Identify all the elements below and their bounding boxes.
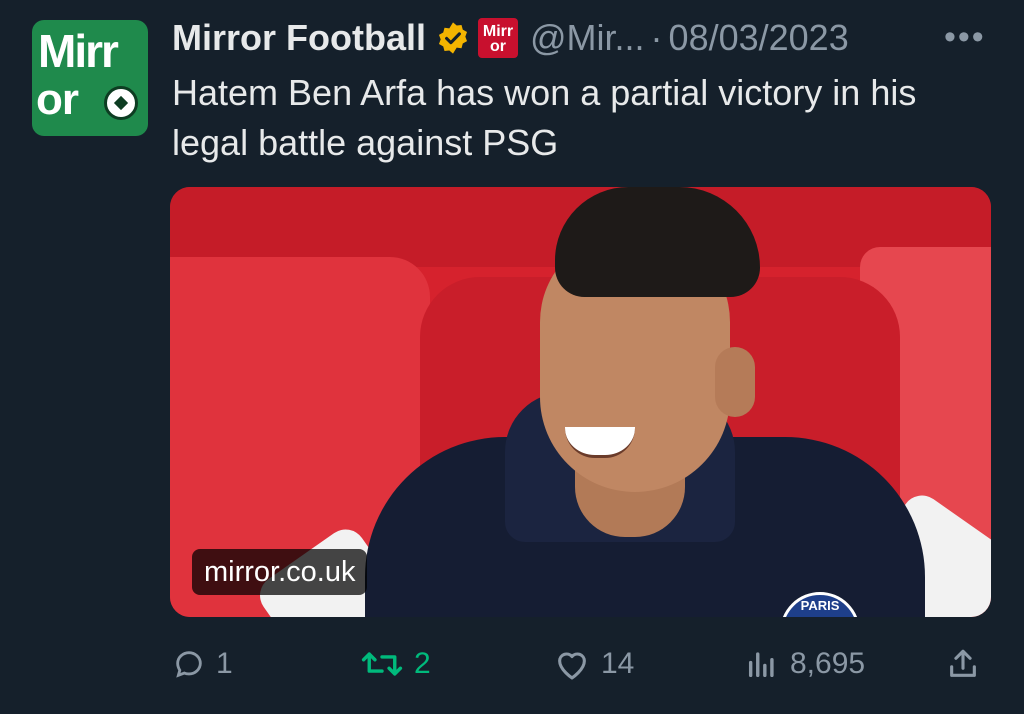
affiliate-logo-text-top: Mirr [482, 23, 514, 40]
retweet-icon [361, 652, 403, 676]
more-options-icon[interactable]: ••• [944, 18, 986, 57]
avatar-logo-text-bottom: or [36, 75, 79, 124]
tweet-media-image[interactable]: PARIS mirror.co.uk [170, 187, 991, 617]
retweet-count: 2 [414, 647, 431, 680]
retweet-button[interactable]: 2 [360, 636, 431, 692]
football-icon [104, 86, 138, 120]
share-icon [950, 649, 976, 677]
share-button[interactable] [946, 636, 990, 692]
link-source-label[interactable]: mirror.co.uk [192, 549, 368, 595]
player-ear [715, 347, 755, 417]
heart-icon [558, 652, 586, 680]
views-button[interactable]: 8,695 [744, 636, 865, 692]
tweet-header: Mirror Football Mirr or @Mir... · 08/03/… [172, 14, 849, 62]
views-count: 8,695 [790, 647, 866, 680]
reply-button[interactable]: 1 [172, 636, 233, 692]
player-hair [555, 187, 760, 297]
avatar-logo-text-top: Mirr [38, 25, 119, 77]
affiliate-logo-text-bottom: or [490, 38, 506, 55]
verified-badge-icon[interactable] [436, 21, 470, 55]
affiliate-logo-badge[interactable]: Mirr or [478, 18, 518, 58]
tweet-text: Hatem Ben Arfa has won a partial victory… [172, 72, 917, 163]
like-button[interactable]: 14 [553, 636, 634, 692]
reply-icon [176, 651, 202, 678]
avatar[interactable]: Mirr or [32, 20, 148, 136]
author-handle[interactable]: @Mir... [530, 17, 645, 59]
author-name[interactable]: Mirror Football [172, 17, 426, 59]
like-count: 14 [601, 647, 635, 680]
header-separator: · [650, 17, 663, 58]
views-chart-icon [748, 652, 774, 678]
tweet-date[interactable]: 08/03/2023 [669, 17, 849, 59]
reply-count: 1 [216, 647, 233, 680]
tweet-action-bar: 1 2 14 8,695 [0, 636, 1024, 692]
